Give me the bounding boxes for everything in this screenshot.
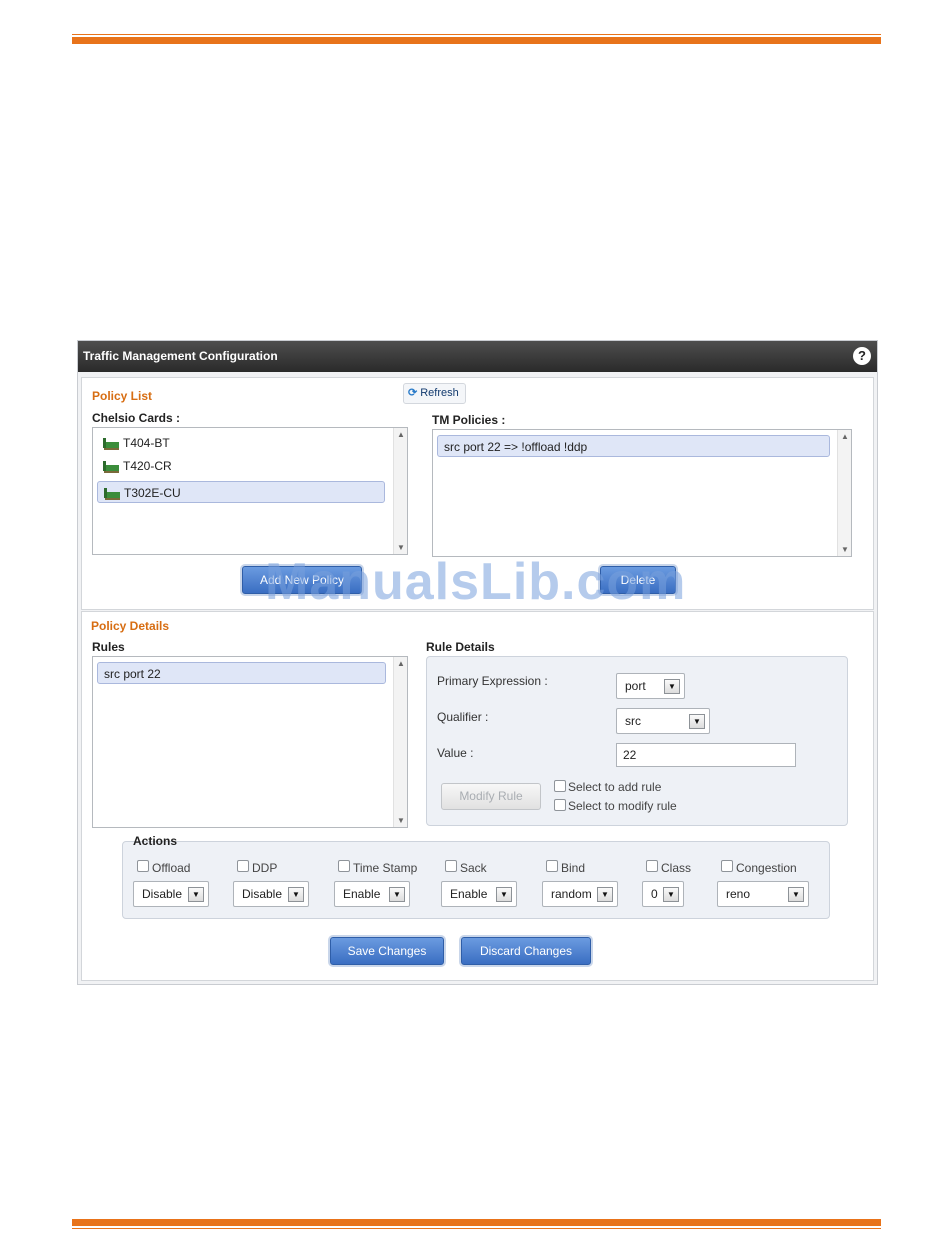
modify-rule-button[interactable]: Modify Rule bbox=[441, 783, 541, 810]
help-icon[interactable]: ? bbox=[853, 347, 871, 365]
policy-item[interactable]: src port 22 => !offload !ddp bbox=[437, 435, 830, 457]
card-item[interactable]: T404-BT bbox=[97, 432, 383, 454]
policy-list-section: Policy List ⟳ Refresh Chelsio Cards : T40… bbox=[81, 377, 874, 610]
qualifier-label: Qualifier : bbox=[437, 710, 489, 724]
dropdown-arrow-icon[interactable]: ▼ bbox=[663, 887, 679, 902]
qualifier-select[interactable]: src ▼ bbox=[616, 708, 710, 734]
dropdown-arrow-icon[interactable]: ▼ bbox=[689, 714, 705, 729]
congestion-checkbox[interactable] bbox=[721, 860, 733, 872]
time-stamp-label: Time Stamp bbox=[353, 861, 418, 875]
scroll-down-icon[interactable]: ▼ bbox=[394, 816, 408, 825]
class-select[interactable]: 0 ▼ bbox=[642, 881, 684, 907]
scroll-up-icon[interactable]: ▲ bbox=[394, 659, 408, 668]
policy-details-title: Policy Details bbox=[91, 619, 170, 633]
bind-select[interactable]: random ▼ bbox=[542, 881, 618, 907]
select-modify-rule-label: Select to modify rule bbox=[568, 799, 677, 813]
rule-details-label: Rule Details bbox=[426, 640, 495, 654]
time-stamp-checkbox[interactable] bbox=[338, 860, 350, 872]
dropdown-arrow-icon[interactable]: ▼ bbox=[788, 887, 804, 902]
top-rule bbox=[72, 34, 881, 44]
rule-item[interactable]: src port 22 bbox=[97, 662, 386, 684]
sack-checkbox[interactable] bbox=[445, 860, 457, 872]
bottom-rule bbox=[72, 1219, 881, 1229]
refresh-icon: ⟳ bbox=[408, 387, 418, 399]
dropdown-arrow-icon[interactable]: ▼ bbox=[188, 887, 204, 902]
chelsio-cards-label: Chelsio Cards : bbox=[92, 411, 181, 425]
ddp-label: DDP bbox=[252, 861, 278, 875]
primary-expression-label: Primary Expression : bbox=[437, 674, 548, 688]
panel-titlebar: Traffic Management Configuration ? bbox=[78, 341, 877, 372]
policy-details-section: Policy Details Rules src port 22 ▲ ▼ Rul… bbox=[81, 611, 874, 981]
sack-label: Sack bbox=[460, 861, 487, 875]
class-checkbox[interactable] bbox=[646, 860, 658, 872]
offload-checkbox[interactable] bbox=[137, 860, 149, 872]
ddp-checkbox[interactable] bbox=[237, 860, 249, 872]
bind-checkbox[interactable] bbox=[546, 860, 558, 872]
congestion-select[interactable]: reno ▼ bbox=[717, 881, 809, 907]
dropdown-arrow-icon[interactable]: ▼ bbox=[389, 887, 405, 902]
network-card-icon bbox=[103, 461, 119, 473]
rules-scrollbar[interactable]: ▲ ▼ bbox=[393, 657, 407, 827]
tm-policies-list[interactable]: src port 22 => !offload !ddp ▲ ▼ bbox=[432, 429, 852, 557]
ddp-select[interactable]: Disable ▼ bbox=[233, 881, 309, 907]
primary-expression-select[interactable]: port ▼ bbox=[616, 673, 685, 699]
network-card-icon bbox=[104, 488, 120, 500]
traffic-management-panel: Traffic Management Configuration ? Polic… bbox=[77, 340, 878, 985]
congestion-label: Congestion bbox=[736, 861, 797, 875]
sack-select[interactable]: Enable ▼ bbox=[441, 881, 517, 907]
policies-scrollbar[interactable]: ▲ ▼ bbox=[837, 430, 851, 556]
offload-label: Offload bbox=[152, 861, 191, 875]
dropdown-arrow-icon[interactable]: ▼ bbox=[288, 887, 304, 902]
save-changes-button[interactable]: Save Changes bbox=[330, 937, 444, 965]
tm-policies-label: TM Policies : bbox=[432, 413, 506, 427]
select-add-rule-label: Select to add rule bbox=[568, 780, 662, 794]
scroll-down-icon[interactable]: ▼ bbox=[838, 545, 852, 554]
class-label: Class bbox=[661, 861, 692, 875]
time-stamp-select[interactable]: Enable ▼ bbox=[334, 881, 410, 907]
add-new-policy-button[interactable]: Add New Policy bbox=[242, 566, 362, 594]
offload-select[interactable]: Disable ▼ bbox=[133, 881, 209, 907]
rules-label: Rules bbox=[92, 640, 125, 654]
value-label: Value : bbox=[437, 746, 474, 760]
dropdown-arrow-icon[interactable]: ▼ bbox=[664, 679, 680, 694]
rules-list[interactable]: src port 22 ▲ ▼ bbox=[92, 656, 408, 828]
actions-box bbox=[122, 841, 830, 919]
panel-title: Traffic Management Configuration bbox=[83, 349, 278, 363]
select-add-rule-checkbox[interactable] bbox=[554, 780, 566, 792]
value-input[interactable]: 22 bbox=[616, 743, 796, 767]
card-item[interactable]: T420-CR bbox=[97, 455, 383, 477]
rule-details-box: Primary Expression : port ▼ Qualifier : … bbox=[426, 656, 848, 826]
refresh-button[interactable]: ⟳ Refresh bbox=[403, 383, 466, 404]
card-item-selected[interactable]: T302E-CU bbox=[97, 481, 385, 503]
actions-legend: Actions bbox=[133, 834, 178, 848]
bind-label: Bind bbox=[561, 861, 586, 875]
scroll-up-icon[interactable]: ▲ bbox=[394, 430, 408, 439]
scroll-up-icon[interactable]: ▲ bbox=[838, 432, 852, 441]
dropdown-arrow-icon[interactable]: ▼ bbox=[496, 887, 512, 902]
cards-scrollbar[interactable]: ▲ ▼ bbox=[393, 428, 407, 554]
dropdown-arrow-icon[interactable]: ▼ bbox=[597, 887, 613, 902]
scroll-down-icon[interactable]: ▼ bbox=[394, 543, 408, 552]
refresh-label: Refresh bbox=[420, 387, 459, 399]
policy-list-title: Policy List bbox=[92, 389, 153, 403]
select-modify-rule-checkbox[interactable] bbox=[554, 799, 566, 811]
network-card-icon bbox=[103, 438, 119, 450]
discard-changes-button[interactable]: Discard Changes bbox=[461, 937, 591, 965]
chelsio-cards-list[interactable]: T404-BT T420-CR T302E-CU ▲ ▼ bbox=[92, 427, 408, 555]
delete-policy-button[interactable]: Delete bbox=[600, 566, 676, 594]
